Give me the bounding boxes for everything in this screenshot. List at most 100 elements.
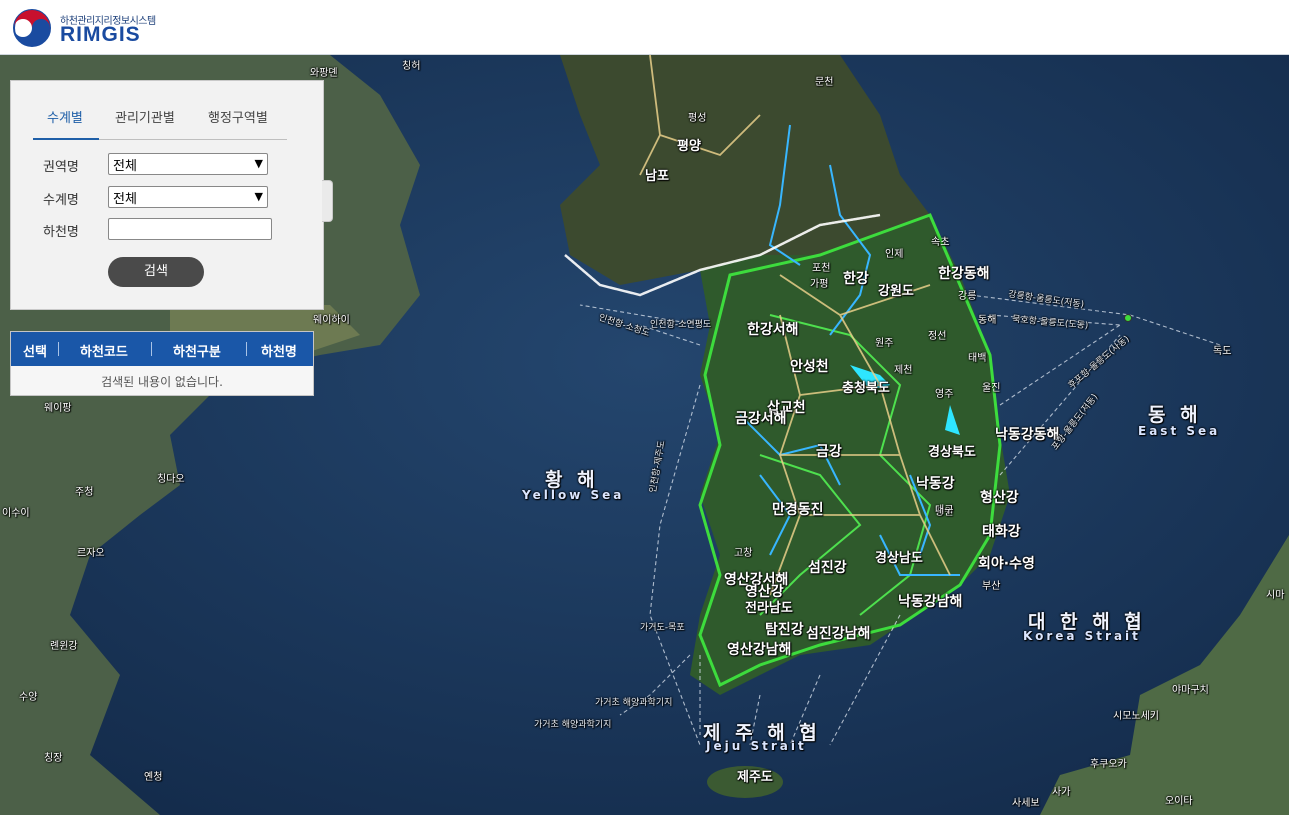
city-label: 가평 xyxy=(810,279,829,290)
basin-select-value: 전체 xyxy=(113,192,137,207)
river-label: 안성천 xyxy=(790,359,829,375)
result-table-header: 선택 하천코드 하천구분 하천명 xyxy=(11,332,313,366)
place-label: 웨이팡 xyxy=(44,403,72,414)
city-label: 영주 xyxy=(935,389,954,400)
sea-label-east: 동 해 xyxy=(1148,404,1202,426)
river-label: 한강동해 xyxy=(938,266,990,282)
dokdo-marker xyxy=(1124,314,1132,322)
place-label: 칭장 xyxy=(44,753,63,764)
place-label: 와팡뎬 xyxy=(310,68,338,79)
route-label: 가거초 해양과학기지 xyxy=(534,720,612,730)
river-label: 만경동진 xyxy=(772,502,824,518)
city-label: 태백 xyxy=(968,353,987,364)
province-label: 충청북도 xyxy=(842,381,890,396)
sea-label-yellow-en: Yellow Sea xyxy=(522,488,625,502)
river-label: 한강 xyxy=(843,271,869,287)
river-label: 낙동강 xyxy=(916,476,955,492)
logo-title: RIMGIS xyxy=(60,23,141,46)
col-river-name[interactable]: 하천명 xyxy=(261,341,297,360)
route-label: 가거초 해양과학기지 xyxy=(595,698,673,708)
chevron-down-icon: ▼ xyxy=(254,190,263,203)
city-label: 제천 xyxy=(894,365,913,376)
river-label: 형산강 xyxy=(980,490,1019,506)
sea-label-east-en: East Sea xyxy=(1138,424,1221,438)
place-label: 웨이하이 xyxy=(313,315,350,326)
place-label: 오이타 xyxy=(1165,796,1193,807)
tab-admin-region[interactable]: 행정구역별 xyxy=(208,107,268,126)
region-select[interactable]: 전체 ▼ xyxy=(108,153,268,175)
search-tabs: 수계별 관리기관별 행정구역별 xyxy=(33,101,287,140)
col-divider xyxy=(58,342,59,356)
river-name-input[interactable] xyxy=(108,218,272,240)
river-label: 섬진강남해 xyxy=(806,626,871,642)
col-divider xyxy=(151,342,152,356)
col-divider xyxy=(246,342,247,356)
place-label: 롄윈강 xyxy=(50,641,78,652)
place-label: 사가 xyxy=(1052,787,1071,798)
place-label: 칭다오 xyxy=(157,474,185,485)
col-river-code[interactable]: 하천코드 xyxy=(80,341,128,360)
route-label: 인천항-소연평도 xyxy=(650,320,712,330)
province-label: 경상북도 xyxy=(928,445,976,460)
city-label: 평성 xyxy=(688,113,707,124)
city-label: 포천 xyxy=(812,263,831,274)
river-label: 회야·수영 xyxy=(978,556,1035,572)
place-label: 시모노세키 xyxy=(1113,711,1159,722)
place-label: 수양 xyxy=(19,692,38,703)
river-label: 금강 xyxy=(816,444,842,460)
active-tab-indicator xyxy=(33,138,99,140)
city-label: 독도 xyxy=(1213,346,1232,357)
search-button[interactable]: 검색 xyxy=(108,257,204,287)
river-label: 영산강남해 xyxy=(727,642,792,658)
place-label: 르자오 xyxy=(77,548,105,559)
chevron-down-icon: ▼ xyxy=(254,157,263,170)
sea-label-korea-strait-en: Korea Strait xyxy=(1023,629,1141,643)
panel-collapse-handle[interactable] xyxy=(322,180,333,222)
province-label: 강원도 xyxy=(878,284,914,299)
place-label: 사세보 xyxy=(1012,798,1040,809)
tab-basin[interactable]: 수계별 xyxy=(47,107,83,126)
province-label: 전라남도 xyxy=(745,601,793,616)
city-label: 고창 xyxy=(734,548,753,559)
region-select-value: 전체 xyxy=(113,159,137,174)
city-label: 인제 xyxy=(885,249,904,260)
city-label: 동해 xyxy=(978,315,997,326)
basin-select[interactable]: 전체 ▼ xyxy=(108,186,268,208)
header: 하천관리지리정보시스템 RIMGIS xyxy=(0,0,1289,55)
city-label: 정선 xyxy=(928,331,947,342)
place-label: 옌청 xyxy=(144,772,163,783)
col-river-type[interactable]: 하천구분 xyxy=(173,341,221,360)
region-label: 권역명 xyxy=(43,160,79,175)
river-label: 섬진강 xyxy=(808,560,847,576)
tab-agency[interactable]: 관리기관별 xyxy=(115,107,175,126)
sea-label-jeju-strait-en: Jeju Strait xyxy=(706,739,807,753)
place-label: 칭허 xyxy=(402,61,421,72)
col-select[interactable]: 선택 xyxy=(23,341,47,360)
province-label: 제주도 xyxy=(737,770,773,785)
city-label: 부산 xyxy=(982,581,1001,592)
search-panel: 수계별 관리기관별 행정구역별 권역명 전체 ▼ 수계명 전체 ▼ 하천명 검색 xyxy=(10,80,324,310)
place-label: 야마구치 xyxy=(1172,685,1209,696)
place-label: 후쿠오카 xyxy=(1090,759,1127,770)
river-label: 금강서해 xyxy=(735,411,787,427)
taegeuk-logo-icon xyxy=(13,9,51,47)
result-table: 선택 하천코드 하천구분 하천명 검색된 내용이 없습니다. xyxy=(10,331,314,396)
city-label: 원주 xyxy=(875,338,894,349)
basin-label: 수계명 xyxy=(43,193,79,208)
province-label: 경상남도 xyxy=(875,551,923,566)
place-label: 시마 xyxy=(1266,590,1285,601)
route-label: 가거도-목포 xyxy=(640,623,685,633)
place-label: 이수이 xyxy=(2,508,30,519)
city-label: 속초 xyxy=(931,237,950,248)
river-label: 태화강 xyxy=(982,524,1021,540)
river-label: 하천명 xyxy=(43,225,79,240)
city-label: 강릉 xyxy=(958,291,977,302)
river-label: 탐진강 xyxy=(765,622,804,638)
city-label: 대구 xyxy=(935,505,954,516)
place-label: 주청 xyxy=(75,487,94,498)
rimgis-logo[interactable]: 하천관리지리정보시스템 RIMGIS xyxy=(12,8,172,48)
river-label: 낙동강남해 xyxy=(898,594,963,610)
city-label: 남포 xyxy=(645,169,669,184)
empty-result-message: 검색된 내용이 없습니다. xyxy=(101,375,223,389)
city-label: 문천 xyxy=(815,77,834,88)
